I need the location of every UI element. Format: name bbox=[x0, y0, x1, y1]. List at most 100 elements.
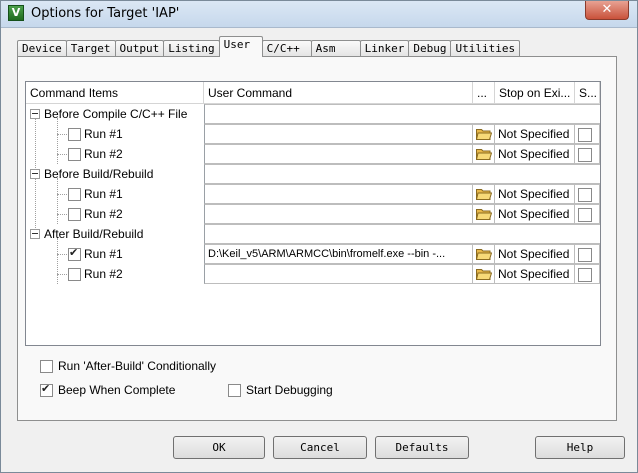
help-button[interactable]: Help bbox=[535, 436, 625, 459]
run-checkbox[interactable] bbox=[68, 148, 81, 161]
tree-line bbox=[57, 154, 67, 155]
tab-utilities[interactable]: Utilities bbox=[450, 40, 521, 57]
stop-on-exit-select[interactable]: Not Specified bbox=[495, 264, 575, 284]
user-command-input[interactable] bbox=[204, 264, 473, 284]
folder-open-icon bbox=[476, 249, 492, 260]
tab-linker[interactable]: Linker bbox=[359, 40, 410, 57]
folder-open-icon bbox=[476, 189, 492, 200]
start-debugging-checkbox[interactable] bbox=[228, 384, 241, 397]
run-row: Run #1 Not Specified bbox=[26, 124, 602, 144]
s-checkbox[interactable] bbox=[578, 188, 592, 202]
group-row: Before Compile C/C++ File bbox=[26, 104, 602, 124]
window-title: Options for Target 'IAP' bbox=[31, 6, 180, 21]
title-bar[interactable]: V Options for Target 'IAP' ✕ bbox=[1, 1, 637, 28]
group-command-cell bbox=[204, 224, 600, 244]
run-row: Run #1 D:\Keil_v5\ARM\ARMCC\bin\fromelf.… bbox=[26, 244, 602, 264]
run-label: Run #2 bbox=[84, 207, 123, 221]
cancel-button[interactable]: Cancel bbox=[273, 436, 367, 459]
run-checkbox[interactable] bbox=[68, 128, 81, 141]
header-command-items[interactable]: Command Items bbox=[26, 82, 204, 104]
folder-open-icon bbox=[476, 209, 492, 220]
s-cell bbox=[575, 204, 600, 224]
run-row: Run #2 Not Specified bbox=[26, 204, 602, 224]
tab-strip: Device Target Output Listing User C/C++ … bbox=[17, 36, 521, 57]
run-label: Run #2 bbox=[84, 267, 123, 281]
beep-when-complete-label: Beep When Complete bbox=[58, 383, 176, 397]
group-label: Before Compile C/C++ File bbox=[44, 107, 188, 121]
header-browse[interactable]: ... bbox=[473, 82, 495, 104]
browse-cell[interactable] bbox=[473, 144, 495, 164]
browse-cell[interactable] bbox=[473, 184, 495, 204]
ok-button[interactable]: OK bbox=[173, 436, 265, 459]
run-after-build-checkbox[interactable] bbox=[40, 360, 53, 373]
collapse-icon[interactable] bbox=[30, 109, 40, 119]
tab-device[interactable]: Device bbox=[17, 40, 67, 57]
user-command-input[interactable] bbox=[204, 204, 473, 224]
s-checkbox[interactable] bbox=[578, 208, 592, 222]
browse-cell[interactable] bbox=[473, 244, 495, 264]
collapse-icon[interactable] bbox=[30, 229, 40, 239]
defaults-button[interactable]: Defaults bbox=[375, 436, 469, 459]
beep-when-complete-checkbox[interactable] bbox=[40, 382, 53, 397]
s-checkbox[interactable] bbox=[578, 248, 592, 262]
tab-c-cpp[interactable]: C/C++ bbox=[261, 40, 312, 57]
tree-line bbox=[57, 214, 67, 215]
run-checkbox[interactable] bbox=[68, 268, 81, 281]
user-tab-panel: Command Items User Command ... Stop on E… bbox=[17, 56, 617, 421]
run-row: Run #2 Not Specified bbox=[26, 264, 602, 284]
user-command-input[interactable]: D:\Keil_v5\ARM\ARMCC\bin\fromelf.exe --b… bbox=[204, 244, 473, 264]
close-button[interactable]: ✕ bbox=[585, 1, 629, 20]
group-label: After Build/Rebuild bbox=[44, 227, 144, 241]
header-user-command[interactable]: User Command bbox=[204, 82, 473, 104]
browse-cell[interactable] bbox=[473, 124, 495, 144]
run-row: Run #1 Not Specified bbox=[26, 184, 602, 204]
user-command-input[interactable] bbox=[204, 144, 473, 164]
tab-listing[interactable]: Listing bbox=[163, 40, 220, 57]
group-command-cell bbox=[204, 164, 600, 184]
s-cell bbox=[575, 144, 600, 164]
folder-open-icon bbox=[476, 149, 492, 160]
group-row: Before Build/Rebuild bbox=[26, 164, 602, 184]
collapse-icon[interactable] bbox=[30, 169, 40, 179]
stop-on-exit-select[interactable]: Not Specified bbox=[495, 144, 575, 164]
tree-line bbox=[57, 134, 67, 135]
tree-line bbox=[57, 194, 67, 195]
run-row: Run #2 Not Specified bbox=[26, 144, 602, 164]
s-checkbox[interactable] bbox=[578, 148, 592, 162]
s-cell bbox=[575, 184, 600, 204]
options-dialog: V Options for Target 'IAP' ✕ Device Targ… bbox=[0, 0, 638, 473]
stop-on-exit-select[interactable]: Not Specified bbox=[495, 124, 575, 144]
user-command-input[interactable] bbox=[204, 124, 473, 144]
header-s[interactable]: S... bbox=[575, 82, 600, 104]
tab-target[interactable]: Target bbox=[65, 40, 116, 57]
header-stop-on-exit[interactable]: Stop on Exi... bbox=[495, 82, 575, 104]
group-row: After Build/Rebuild bbox=[26, 224, 602, 244]
s-cell bbox=[575, 264, 600, 284]
tab-debug[interactable]: Debug bbox=[408, 40, 452, 57]
tab-output[interactable]: Output bbox=[114, 40, 165, 57]
s-checkbox[interactable] bbox=[578, 128, 592, 142]
browse-cell[interactable] bbox=[473, 204, 495, 224]
stop-on-exit-select[interactable]: Not Specified bbox=[495, 204, 575, 224]
s-checkbox[interactable] bbox=[578, 268, 592, 282]
keil-app-icon: V bbox=[8, 5, 24, 21]
group-label: Before Build/Rebuild bbox=[44, 167, 154, 181]
run-label: Run #2 bbox=[84, 147, 123, 161]
s-cell bbox=[575, 124, 600, 144]
run-checkbox[interactable] bbox=[68, 188, 81, 201]
s-cell bbox=[575, 244, 600, 264]
stop-on-exit-select[interactable]: Not Specified bbox=[495, 184, 575, 204]
group-command-cell bbox=[204, 104, 600, 124]
start-debugging-label: Start Debugging bbox=[246, 383, 333, 397]
folder-open-icon bbox=[476, 269, 492, 280]
browse-cell[interactable] bbox=[473, 264, 495, 284]
run-checkbox[interactable] bbox=[68, 246, 81, 261]
tab-user[interactable]: User bbox=[218, 36, 263, 57]
stop-on-exit-select[interactable]: Not Specified bbox=[495, 244, 575, 264]
run-label: Run #1 bbox=[84, 187, 123, 201]
user-command-grid: Command Items User Command ... Stop on E… bbox=[25, 81, 601, 346]
run-checkbox[interactable] bbox=[68, 208, 81, 221]
user-command-input[interactable] bbox=[204, 184, 473, 204]
tab-asm[interactable]: Asm bbox=[310, 40, 361, 57]
folder-open-icon bbox=[476, 129, 492, 140]
